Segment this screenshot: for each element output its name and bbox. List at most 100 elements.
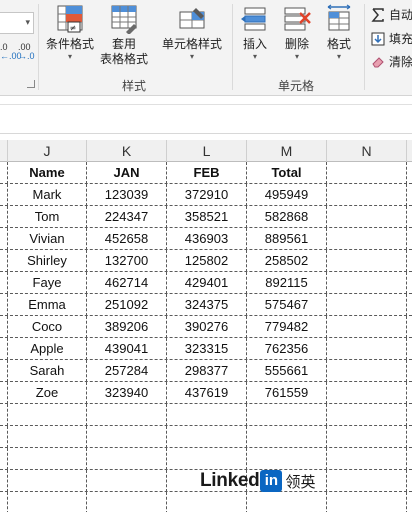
empty-cell[interactable] [247, 426, 327, 448]
empty-cell[interactable] [407, 448, 412, 470]
decrease-decimal-button[interactable]: .00 →.0 [18, 43, 35, 61]
empty-cell[interactable] [0, 426, 8, 448]
header-cell[interactable]: JAN [87, 162, 167, 184]
empty-cell[interactable] [167, 448, 247, 470]
empty-cell[interactable] [247, 448, 327, 470]
value-cell[interactable]: 892115 [247, 272, 327, 294]
fill-button[interactable]: 填充 [371, 30, 412, 47]
empty-cell[interactable] [407, 206, 412, 228]
value-cell[interactable]: 462714 [87, 272, 167, 294]
value-cell[interactable]: 436903 [167, 228, 247, 250]
value-cell[interactable]: 762356 [247, 338, 327, 360]
empty-cell[interactable] [327, 294, 407, 316]
empty-cell[interactable] [0, 184, 8, 206]
empty-cell[interactable] [0, 228, 8, 250]
empty-cell[interactable] [327, 184, 407, 206]
empty-cell[interactable] [327, 338, 407, 360]
column-header-m[interactable]: M [247, 140, 327, 162]
empty-cell[interactable] [87, 426, 167, 448]
value-cell[interactable]: 132700 [87, 250, 167, 272]
empty-cell[interactable] [407, 228, 412, 250]
value-cell[interactable]: 389206 [87, 316, 167, 338]
empty-cell[interactable] [0, 206, 8, 228]
empty-cell[interactable] [407, 426, 412, 448]
empty-cell[interactable] [87, 448, 167, 470]
empty-cell[interactable] [87, 404, 167, 426]
value-cell[interactable]: 251092 [87, 294, 167, 316]
empty-cell[interactable] [8, 426, 87, 448]
empty-cell[interactable] [407, 162, 412, 184]
empty-cell[interactable] [407, 470, 412, 492]
empty-cell[interactable] [8, 404, 87, 426]
column-header-partial[interactable] [0, 140, 8, 162]
delete-button[interactable]: 删除 ▾ [278, 4, 316, 62]
header-cell[interactable]: Name [8, 162, 87, 184]
empty-cell[interactable] [87, 470, 167, 492]
value-cell[interactable]: 582868 [247, 206, 327, 228]
empty-cell[interactable] [167, 426, 247, 448]
value-cell[interactable]: 258502 [247, 250, 327, 272]
empty-cell[interactable] [247, 492, 327, 512]
empty-cell[interactable] [407, 272, 412, 294]
empty-cell[interactable] [407, 360, 412, 382]
column-header-k[interactable]: K [87, 140, 167, 162]
empty-cell[interactable] [327, 360, 407, 382]
name-cell[interactable]: Sarah [8, 360, 87, 382]
empty-cell[interactable] [8, 470, 87, 492]
value-cell[interactable]: 437619 [167, 382, 247, 404]
column-header-j[interactable]: J [8, 140, 87, 162]
empty-cell[interactable] [407, 338, 412, 360]
column-header-n[interactable]: N [327, 140, 407, 162]
empty-cell[interactable] [0, 470, 8, 492]
empty-cell[interactable] [327, 162, 407, 184]
value-cell[interactable]: 889561 [247, 228, 327, 250]
empty-cell[interactable] [167, 404, 247, 426]
empty-cell[interactable] [407, 382, 412, 404]
empty-cell[interactable] [407, 404, 412, 426]
value-cell[interactable]: 452658 [87, 228, 167, 250]
empty-cell[interactable] [0, 382, 8, 404]
empty-cell[interactable] [167, 492, 247, 512]
name-cell[interactable]: Faye [8, 272, 87, 294]
empty-cell[interactable] [0, 448, 8, 470]
name-cell[interactable]: Tom [8, 206, 87, 228]
name-cell[interactable]: Coco [8, 316, 87, 338]
empty-cell[interactable] [327, 404, 407, 426]
autosum-button[interactable]: 自动 [371, 6, 412, 23]
insert-button[interactable]: 插入 ▾ [236, 4, 274, 62]
empty-cell[interactable] [327, 206, 407, 228]
empty-cell[interactable] [327, 426, 407, 448]
value-cell[interactable]: 390276 [167, 316, 247, 338]
value-cell[interactable]: 495949 [247, 184, 327, 206]
empty-cell[interactable] [327, 250, 407, 272]
value-cell[interactable]: 372910 [167, 184, 247, 206]
value-cell[interactable]: 358521 [167, 206, 247, 228]
empty-cell[interactable] [8, 492, 87, 512]
cell-styles-button[interactable]: 单元格样式 ▾ [156, 4, 228, 62]
empty-cell[interactable] [0, 316, 8, 338]
empty-cell[interactable] [247, 404, 327, 426]
value-cell[interactable]: 429401 [167, 272, 247, 294]
empty-cell[interactable] [0, 404, 8, 426]
empty-cell[interactable] [327, 382, 407, 404]
header-cell[interactable]: FEB [167, 162, 247, 184]
empty-cell[interactable] [327, 228, 407, 250]
name-cell[interactable]: Apple [8, 338, 87, 360]
empty-cell[interactable] [407, 492, 412, 512]
value-cell[interactable]: 323940 [87, 382, 167, 404]
empty-cell[interactable] [327, 470, 407, 492]
empty-cell[interactable] [327, 492, 407, 512]
value-cell[interactable]: 575467 [247, 294, 327, 316]
empty-cell[interactable] [407, 294, 412, 316]
empty-cell[interactable] [0, 360, 8, 382]
format-button[interactable]: 格式 ▾ [320, 4, 358, 62]
formula-bar[interactable] [0, 104, 412, 134]
empty-cell[interactable] [327, 272, 407, 294]
empty-cell[interactable] [0, 338, 8, 360]
value-cell[interactable]: 298377 [167, 360, 247, 382]
empty-cell[interactable] [327, 448, 407, 470]
empty-cell[interactable] [407, 184, 412, 206]
empty-cell[interactable] [0, 250, 8, 272]
empty-cell[interactable] [407, 316, 412, 338]
value-cell[interactable]: 779482 [247, 316, 327, 338]
